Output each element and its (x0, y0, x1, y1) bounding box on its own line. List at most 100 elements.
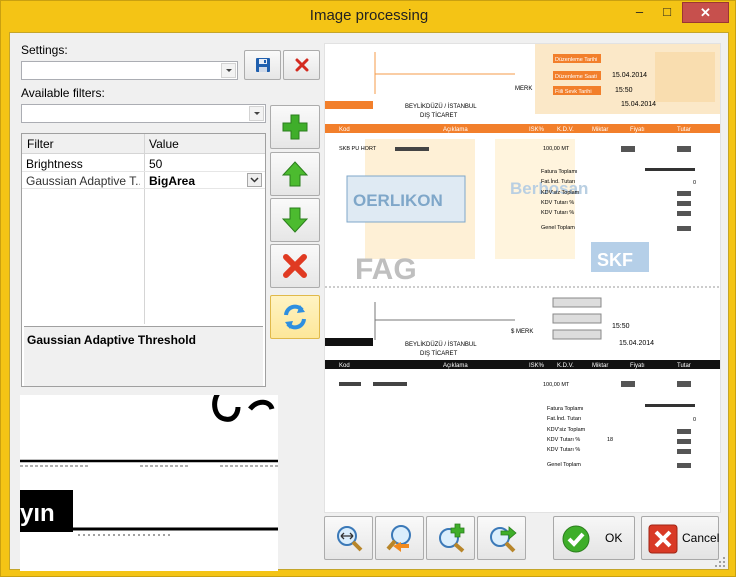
apply-refresh-button[interactable] (270, 295, 320, 339)
zoom-in-button[interactable] (426, 516, 475, 560)
maximize-button[interactable]: □ (653, 2, 681, 23)
doc-date-value: 15.04.2014 (612, 72, 647, 79)
doc-date-label-2: Düzenleme Saati (555, 74, 597, 80)
filters-combo[interactable] (21, 104, 266, 123)
document-image: Düzenleme Tarihi Düzenleme Saati Fiili S… (324, 43, 721, 513)
filter-name: Brightness (26, 157, 83, 171)
move-down-button[interactable] (270, 198, 320, 242)
doc-brand-3: SKF (597, 250, 633, 270)
doc-total-7: Fatura Toplamı (547, 406, 584, 412)
move-up-icon (282, 161, 308, 187)
doc-col-kod: Kod (339, 127, 350, 133)
filter-grid: Filter Value Brightness 50 Gaussian Adap… (21, 133, 266, 387)
doc-merk: MERK (515, 86, 532, 92)
filter-value[interactable]: BigArea (149, 174, 195, 188)
doc-total-8: Fat.İnd. Tutarı (547, 415, 581, 422)
zoom-actual-icon (489, 526, 517, 553)
chevron-down-icon[interactable] (247, 173, 262, 187)
doc-col-isk-2: ISK% (529, 363, 545, 369)
refresh-icon (284, 304, 306, 330)
title-bar: Image processing – □ ✕ (1, 1, 736, 33)
grid-row-brightness[interactable]: Brightness 50 (22, 155, 265, 172)
doc-col-kdv-2: K.D.V. (557, 363, 574, 369)
doc-zero: 0 (693, 180, 696, 186)
delete-settings-button[interactable] (283, 50, 320, 80)
check-icon (562, 525, 590, 553)
cancel-icon (648, 524, 678, 554)
add-icon (282, 114, 308, 140)
minimize-button[interactable]: – (626, 2, 653, 23)
doc-col-isk: ISK% (529, 127, 545, 133)
remove-filter-button[interactable] (270, 244, 320, 288)
red-x-icon (295, 58, 308, 72)
doc-item-qty: 100,00 MT (543, 146, 570, 152)
filter-description-panel: Gaussian Adaptive Threshold (24, 326, 263, 386)
doc-total-10: KDV Tutarı % (547, 437, 580, 443)
doc-col-tutar: Tutar (677, 127, 691, 133)
filter-column-header: Filter (27, 137, 54, 151)
doc-office-2: DIŞ TİCARET (420, 350, 458, 357)
doc-date-value-3: 15.04.2014 (619, 340, 654, 347)
filter-description: Gaussian Adaptive Threshold (27, 333, 196, 347)
doc-office: DIŞ TİCARET (420, 112, 458, 119)
fit-width-icon (336, 526, 362, 552)
save-settings-button[interactable] (244, 50, 281, 80)
add-filter-button[interactable] (270, 105, 320, 149)
doc-total-4: KDV Tutarı % (541, 200, 574, 206)
doc-total-5: KDV Tutarı % (541, 210, 574, 216)
zoom-out-icon (385, 525, 411, 552)
move-down-icon (282, 207, 308, 233)
doc-sm: $ MERK (511, 329, 533, 335)
doc-total-3: KDV'siz Toplam (541, 190, 580, 196)
value-column-header: Value (149, 137, 179, 151)
preview-snippet: yın (20, 500, 55, 527)
doc-total-2: Fat.İnd. Tutarı (541, 178, 575, 185)
doc-col-kod-2: Kod (339, 363, 350, 369)
chevron-down-icon[interactable] (249, 106, 264, 121)
doc-brand-1: OERLIKON (353, 191, 443, 210)
doc-col-aciklama: Açıklama (443, 127, 468, 133)
ok-button[interactable]: OK (553, 516, 635, 560)
move-up-button[interactable] (270, 152, 320, 196)
grid-row-gaussian[interactable]: Gaussian Adaptive T... BigArea (22, 172, 265, 189)
settings-label: Settings: (21, 43, 68, 57)
doc-col-miktar: Miktar (592, 127, 608, 133)
doc-brand-2: FAG (355, 253, 417, 286)
preview-image: yın (20, 395, 278, 571)
doc-zero-2: 0 (693, 417, 696, 423)
filters-label: Available filters: (21, 86, 105, 100)
doc-total-1: Fatura Toplamı (541, 169, 578, 175)
filter-value[interactable]: 50 (149, 157, 162, 171)
doc-date-value-2: 15.04.2014 (621, 101, 656, 108)
doc-time-value: 15:50 (615, 87, 633, 94)
ok-label: OK (605, 531, 623, 545)
zoom-out-button[interactable] (375, 516, 424, 560)
chevron-down-icon[interactable] (221, 63, 236, 78)
remove-icon (283, 254, 307, 278)
cancel-button[interactable]: Cancel (641, 516, 719, 560)
doc-date-label-1: Düzenleme Tarihi (555, 57, 597, 63)
doc-total-6: Genel Toplam (541, 225, 575, 231)
zoom-in-icon (438, 523, 464, 553)
doc-city-2: BEYLİKDÜZÜ / İSTANBUL (405, 341, 477, 348)
settings-combo[interactable] (21, 61, 238, 80)
resize-grip-icon[interactable] (715, 557, 726, 568)
doc-col-miktar-2: Miktar (592, 363, 608, 369)
app-window: Image processing – □ ✕ Settings: Availab… (0, 0, 736, 577)
doc-item-qty-2: 100,00 MT (543, 382, 570, 388)
doc-kdv-rate: 18 (607, 437, 613, 443)
doc-col-aciklama-2: Açıklama (443, 363, 468, 369)
cancel-label: Cancel (682, 531, 720, 545)
doc-total-11: KDV Tutarı % (547, 447, 580, 453)
doc-col-fiyat: Fiyatı (630, 127, 645, 133)
doc-date-label-3: Fiili Sevk Tarihi (555, 89, 592, 95)
actual-size-button[interactable] (477, 516, 526, 560)
floppy-disk-icon (255, 58, 270, 72)
doc-col-fiyat-2: Fiyatı (630, 363, 645, 369)
doc-total-12: Genel Toplam (547, 462, 581, 468)
doc-time-value-2: 15:50 (612, 323, 630, 330)
close-button[interactable]: ✕ (682, 2, 729, 23)
filter-name: Gaussian Adaptive T... (26, 174, 140, 188)
dialog-body: Settings: Available filters: Filter Valu… (9, 32, 729, 571)
fit-width-button[interactable] (324, 516, 373, 560)
